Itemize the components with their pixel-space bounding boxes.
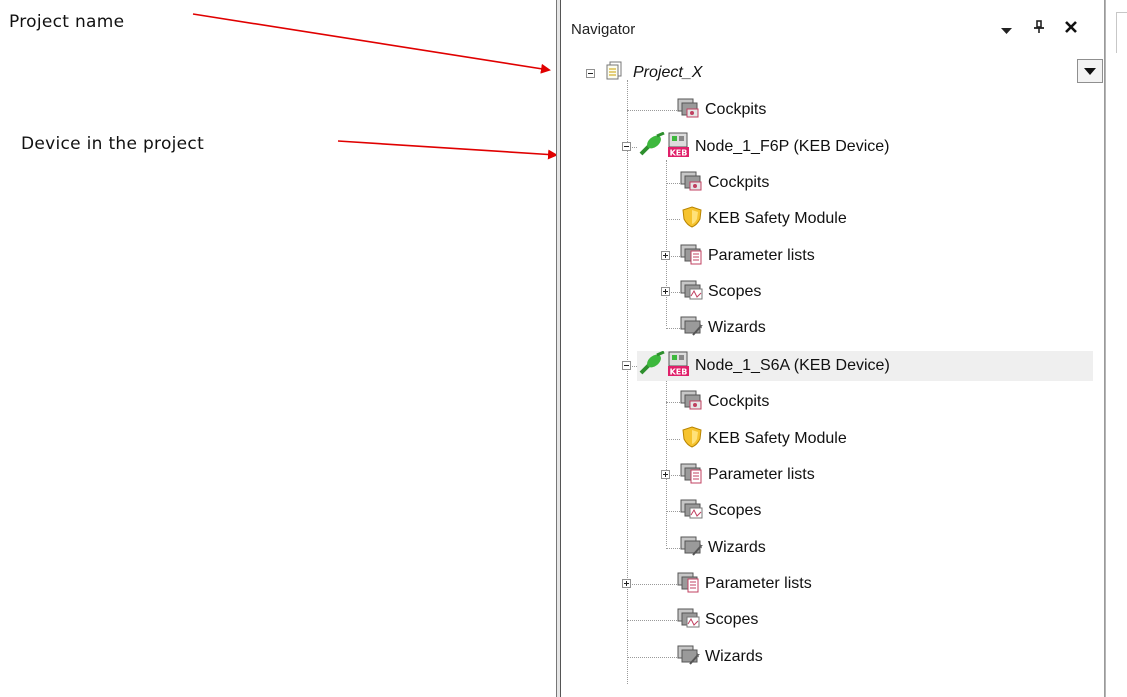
parameter-list-icon — [677, 571, 701, 598]
collapse-device2-toggle[interactable] — [622, 361, 631, 370]
expand-device1-parameter-lists-toggle[interactable] — [661, 251, 670, 260]
collapse-project-toggle[interactable] — [586, 69, 595, 78]
tree-item-label: Parameter lists — [708, 247, 815, 264]
cockpits-icon — [680, 170, 704, 197]
cockpits-icon — [680, 389, 704, 416]
tree-item-label: Scopes — [705, 611, 759, 628]
wizard-icon — [680, 535, 704, 562]
project-file-icon — [605, 61, 623, 86]
expand-device2-parameter-lists-toggle[interactable] — [661, 470, 670, 479]
tree-item-device1-cockpits[interactable]: Cockpits — [680, 168, 769, 198]
svg-text:KEB: KEB — [670, 367, 688, 376]
tree-item-label: Cockpits — [708, 393, 770, 410]
tree-item-device2[interactable]: KEB Node_1_S6A (KEB Device) — [637, 350, 1093, 382]
expand-device1-scopes-toggle[interactable] — [661, 287, 670, 296]
shield-icon — [680, 425, 704, 454]
arrow-project-name — [192, 13, 551, 74]
tree-item-wizards[interactable]: Wizards — [677, 642, 763, 672]
expand-parameter-lists-toggle[interactable] — [622, 579, 631, 588]
tree-item-device1-parameter-lists[interactable]: Parameter lists — [680, 241, 815, 271]
tree-item-device2-cockpits[interactable]: Cockpits — [680, 387, 769, 417]
cockpits-icon — [677, 97, 701, 124]
tree-item-device1-safety-module[interactable]: KEB Safety Module — [680, 204, 847, 234]
annotation-arrows — [192, 13, 558, 160]
tree-item-label: Wizards — [708, 539, 766, 556]
tree-item-label: Parameter lists — [705, 575, 812, 592]
device1-label: Node_1_F6P (KEB Device) — [695, 138, 890, 155]
tree-item-project-cockpits[interactable]: Cockpits — [677, 95, 766, 125]
adjacent-panel-edge — [1105, 0, 1127, 697]
connected-plug-icon — [637, 350, 667, 382]
scope-icon — [677, 607, 701, 634]
tree-item-device1-wizards[interactable]: Wizards — [680, 313, 766, 343]
shield-icon — [680, 205, 704, 234]
scope-icon — [680, 279, 704, 306]
scope-icon — [680, 498, 704, 525]
tree-item-device2-wizards[interactable]: Wizards — [680, 533, 766, 563]
tree-item-label: KEB Safety Module — [708, 430, 847, 447]
keb-device-icon: KEB — [667, 351, 691, 382]
tree-item-label: KEB Safety Module — [708, 210, 847, 227]
connected-plug-icon — [637, 131, 667, 163]
project-tree: Project_X Cockpits KEB Node_1_F6P (KEB D… — [561, 0, 1104, 697]
tree-item-scopes[interactable]: Scopes — [677, 605, 758, 635]
tree-item-device1-scopes[interactable]: Scopes — [680, 277, 761, 307]
parameter-list-icon — [680, 462, 704, 489]
tree-item-device2-parameter-lists[interactable]: Parameter lists — [680, 460, 815, 490]
collapse-device1-toggle[interactable] — [622, 142, 631, 151]
tree-item-parameter-lists[interactable]: Parameter lists — [677, 569, 812, 599]
tree-item-label: Wizards — [708, 319, 766, 336]
keb-device-icon: KEB — [667, 132, 691, 163]
svg-text:KEB: KEB — [670, 148, 688, 157]
navigator-panel: Navigator Project_X Cockpits KEB Node_1_… — [560, 0, 1105, 697]
project-label: Project_X — [633, 64, 703, 81]
wizard-icon — [677, 644, 701, 671]
tree-item-device2-safety-module[interactable]: KEB Safety Module — [680, 424, 847, 454]
tree-item-label: Parameter lists — [708, 466, 815, 483]
tree-item-label: Cockpits — [705, 101, 767, 118]
tree-item-label: Wizards — [705, 648, 763, 665]
wizard-icon — [680, 315, 704, 342]
tree-item-label: Scopes — [708, 502, 762, 519]
tree-item-device2-scopes[interactable]: Scopes — [680, 496, 761, 526]
tree-item-device1[interactable]: KEB Node_1_F6P (KEB Device) — [637, 131, 890, 163]
arrow-device — [337, 140, 558, 160]
device2-label: Node_1_S6A (KEB Device) — [695, 357, 890, 374]
tree-item-project[interactable]: Project_X — [605, 58, 702, 88]
tree-item-label: Scopes — [708, 283, 762, 300]
tree-item-label: Cockpits — [708, 174, 770, 191]
parameter-list-icon — [680, 243, 704, 270]
